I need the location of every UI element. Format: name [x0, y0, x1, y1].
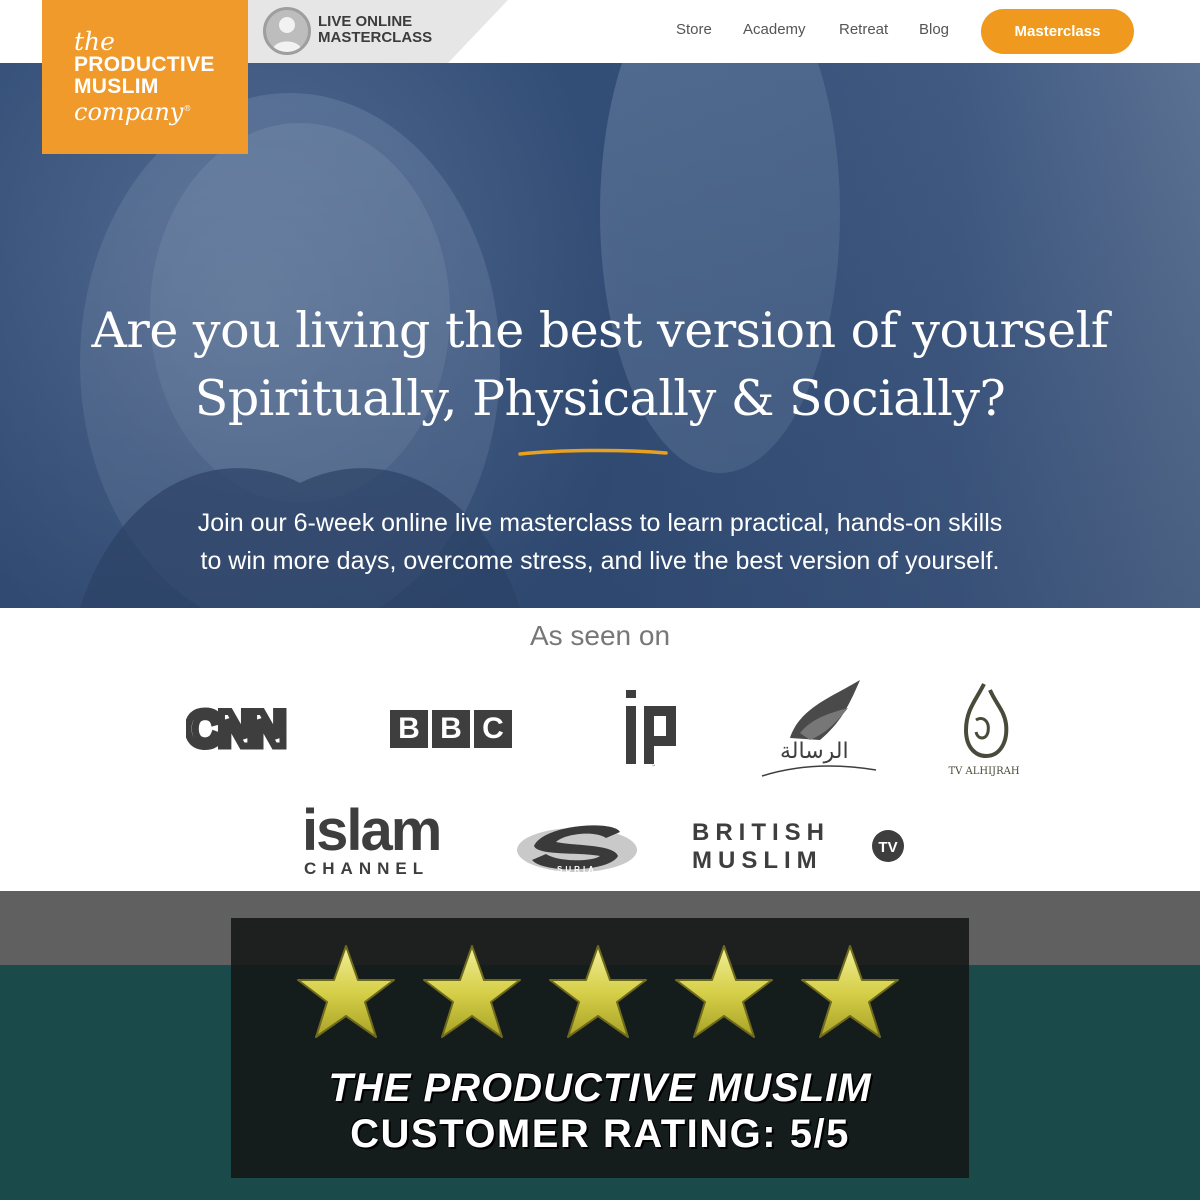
suria-logo-text: SURIA — [557, 865, 597, 874]
brush-underline — [518, 448, 668, 456]
suria-logo: SURIA — [514, 816, 640, 881]
logo-line2: PRODUCTIVE — [74, 53, 215, 76]
islam-channel-top: islam — [302, 800, 440, 863]
bbc-logo: BBC — [390, 710, 516, 748]
logo-line3: MUSLIM — [74, 75, 159, 98]
islam-channel-logo: islam CHANNEL — [302, 798, 458, 885]
resalah-logo: الرسالة — [760, 678, 880, 785]
live-masterclass-tab[interactable]: LIVE ONLINE MASTERCLASS — [248, 0, 508, 63]
rating-star-icon — [801, 945, 899, 1038]
headline-line1: Are you living the best version of yours… — [91, 302, 1109, 359]
alhijrah-logo-text: TV ALHIJRAH — [948, 766, 1019, 777]
cnn-logo: CNN — [183, 698, 292, 761]
rating-star-icon — [549, 945, 647, 1038]
cnn-logo-text: CNN — [186, 702, 283, 754]
british-muslim-line1: BRITISH — [692, 819, 830, 846]
nav-academy[interactable]: Academy — [743, 21, 806, 38]
logo-line4: company — [74, 98, 184, 126]
resalah-logo-text: الرسالة — [780, 739, 849, 764]
islam-channel-bottom: CHANNEL — [304, 859, 429, 878]
live-tab-line1: LIVE ONLINE — [318, 13, 413, 30]
british-muslim-tv-badge: TV — [878, 839, 897, 856]
logo-line1: the — [74, 27, 115, 56]
nav-retreat[interactable]: Retreat — [839, 21, 888, 38]
rating-score: CUSTOMER RATING: 5/5 — [350, 1112, 850, 1156]
live-tab-line2: MASTERCLASS — [318, 29, 433, 46]
rating-title: THE PRODUCTIVE MUSLIM — [328, 1066, 872, 1110]
hero-subtext: Join our 6-week online live masterclass … — [0, 504, 1200, 580]
live-tab-label: LIVE ONLINE MASTERCLASS — [318, 14, 432, 46]
hero-headline: Are you living the best version of yours… — [0, 297, 1200, 433]
subtext-line1: Join our 6-week online live masterclass … — [197, 509, 1003, 537]
bbc-letter-b1: B — [390, 710, 428, 748]
logo-registered-mark: ® — [183, 104, 192, 113]
rating-star-icon — [297, 945, 395, 1038]
bbc-letter-b2: B — [432, 710, 470, 748]
user-avatar-icon — [263, 7, 311, 55]
british-muslim-tv-logo: BRITISH MUSLIM TV — [692, 818, 906, 879]
nav-blog[interactable]: Blog — [919, 21, 949, 38]
nav-store[interactable]: Store — [676, 21, 712, 38]
subtext-line2: to win more days, overcome stress, and l… — [200, 547, 1000, 575]
british-muslim-line2: MUSLIM — [692, 847, 823, 874]
customer-rating-overlay: THE PRODUCTIVE MUSLIM CUSTOMER RATING: 5… — [231, 918, 969, 1178]
rating-star-icon — [675, 945, 773, 1038]
site-logo[interactable]: the PRODUCTIVE MUSLIM company® — [42, 0, 248, 154]
iqraa-logo-text: اقرأ — [652, 764, 656, 767]
as-seen-on-title: As seen on — [529, 620, 671, 651]
masterclass-button[interactable]: Masterclass — [981, 9, 1134, 54]
iqraa-logo: اقرأ — [620, 688, 684, 773]
rating-star-icon — [423, 945, 521, 1038]
alhijrah-logo: TV ALHIJRAH — [946, 680, 1022, 785]
headline-line2: Spiritually, Physically & Socially? — [194, 370, 1006, 427]
bbc-letter-c: C — [474, 710, 512, 748]
